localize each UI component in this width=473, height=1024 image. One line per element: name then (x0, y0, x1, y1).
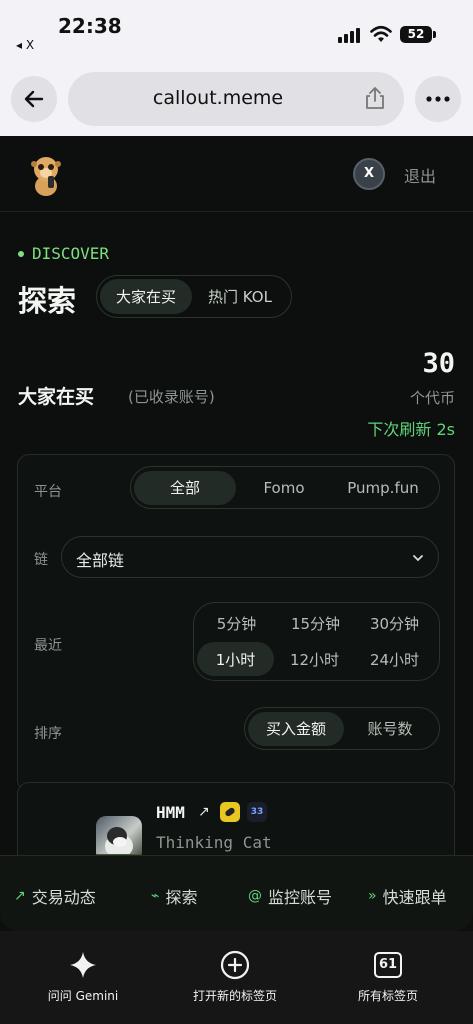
discover-label: DISCOVER (18, 244, 109, 263)
nav-copytrade[interactable]: » 快速跟单 (368, 884, 447, 908)
meerkat-logo-icon[interactable] (24, 152, 68, 196)
address-bar[interactable]: callout.meme (68, 72, 404, 126)
discover-tabs: 大家在买 热门 KOL (96, 275, 292, 318)
recent-24h[interactable]: 24小时 (355, 642, 434, 676)
token-name: HMM (156, 803, 185, 822)
filter-panel: 平台 全部 Fomo Pump.fun 链 全部链 最近 5分钟 15分钟 30… (17, 454, 455, 792)
wifi-icon (370, 25, 392, 42)
status-time: 22:38 (58, 14, 122, 38)
share-icon[interactable] (364, 86, 386, 110)
sort-account-count[interactable]: 账号数 (344, 712, 436, 746)
gemini-button[interactable]: 问问 Gemini (8, 949, 158, 1004)
nav-copytrade-label: 快速跟单 (382, 888, 447, 907)
gemini-label: 问问 Gemini (47, 989, 119, 1003)
tabs-count-icon: 61 (374, 952, 402, 978)
sort-buy-amount[interactable]: 买入金额 (248, 711, 344, 746)
section-title: 大家在买 (18, 386, 95, 408)
pulse-icon: ⌁ (151, 888, 160, 904)
nav-monitor[interactable]: @ 监控账号 (248, 884, 332, 908)
platform-all[interactable]: 全部 (134, 470, 236, 505)
token-fullname: Thinking Cat (156, 833, 272, 852)
recent-segment: 5分钟 15分钟 30分钟 1小时 12小时 24小时 (193, 602, 440, 681)
battery-icon: 52 (400, 26, 436, 43)
recent-5m[interactable]: 5分钟 (197, 607, 276, 641)
nav-monitor-label: 监控账号 (268, 888, 333, 907)
nav-trades-label: 交易动态 (31, 888, 96, 907)
all-tabs-label: 所有标签页 (357, 989, 418, 1003)
chevron-down-icon (413, 555, 423, 562)
recent-label: 最近 (34, 638, 62, 654)
browser-chrome: 22:38 ◂ X 52 callout.meme (0, 0, 473, 136)
more-dots-icon (426, 96, 450, 102)
pump-badge-icon (220, 802, 240, 822)
trend-arrow-icon: ↗ (14, 888, 26, 904)
browser-nav-bar: callout.meme (0, 70, 473, 128)
status-dot-icon (18, 250, 24, 257)
external-link-icon[interactable]: ↗ (198, 804, 210, 820)
recent-1h[interactable]: 1小时 (197, 642, 274, 677)
tab-everyone-buying[interactable]: 大家在买 (100, 279, 192, 314)
platform-fomo[interactable]: Fomo (236, 471, 332, 505)
nav-explore-label: 探索 (165, 888, 198, 907)
token-count-unit: 个代币 (409, 389, 455, 407)
recent-15m[interactable]: 15分钟 (276, 607, 355, 641)
tab-hot-kol[interactable]: 热门 KOL (192, 279, 288, 314)
logout-button[interactable]: 退出 (404, 163, 436, 187)
back-to-app-link[interactable]: ◂ X (16, 38, 34, 52)
page-title: 探索 (18, 284, 77, 318)
status-bar: 22:38 ◂ X 52 (0, 0, 473, 62)
nav-trades[interactable]: ↗ 交易动态 (14, 884, 96, 908)
chain-badge-icon: 33 (247, 802, 267, 822)
token-count: 30 (422, 348, 455, 379)
chain-select-value: 全部链 (76, 551, 125, 570)
sort-segment: 买入金额 账号数 (244, 707, 440, 750)
new-tab-label: 打开新的标签页 (192, 989, 277, 1003)
sort-label: 排序 (34, 726, 62, 742)
platform-pumpfun[interactable]: Pump.fun (332, 471, 434, 505)
plus-circle-icon (220, 950, 250, 980)
nav-explore[interactable]: ⌁ 探索 (151, 884, 197, 908)
all-tabs-button[interactable]: 61 所有标签页 (313, 949, 463, 1004)
app-bottom-nav: ↗ 交易动态 ⌁ 探索 @ 监控账号 » 快速跟单 (0, 855, 473, 931)
platform-label: 平台 (34, 484, 62, 500)
user-avatar[interactable]: X (353, 158, 385, 190)
url-text: callout.meme (152, 87, 284, 109)
at-icon: @ (248, 888, 262, 904)
arrow-left-icon (24, 90, 44, 108)
new-tab-button[interactable]: 打开新的标签页 (160, 949, 310, 1004)
recent-12h[interactable]: 12小时 (274, 642, 355, 676)
web-app: X 退出 DISCOVER 探索 大家在买 热门 KOL 大家在买 (已收录账号… (0, 136, 473, 931)
sparkle-icon (70, 952, 96, 978)
double-chevron-icon: » (368, 888, 377, 904)
chain-label: 链 (34, 552, 48, 568)
platform-segment: 全部 Fomo Pump.fun (130, 466, 440, 509)
app-header: X 退出 (0, 136, 473, 212)
browser-back-button[interactable] (11, 76, 57, 122)
recent-30m[interactable]: 30分钟 (355, 607, 434, 641)
section-subtitle: (已收录账号) (128, 388, 215, 406)
browser-menu-button[interactable] (415, 76, 461, 122)
browser-toolbar: 问问 Gemini 打开新的标签页 61 所有标签页 (0, 931, 473, 1024)
chain-select[interactable]: 全部链 (61, 536, 439, 578)
refresh-timer: 下次刷新 2s (367, 420, 455, 439)
discover-text: DISCOVER (32, 244, 110, 263)
cellular-signal-icon (338, 28, 360, 43)
